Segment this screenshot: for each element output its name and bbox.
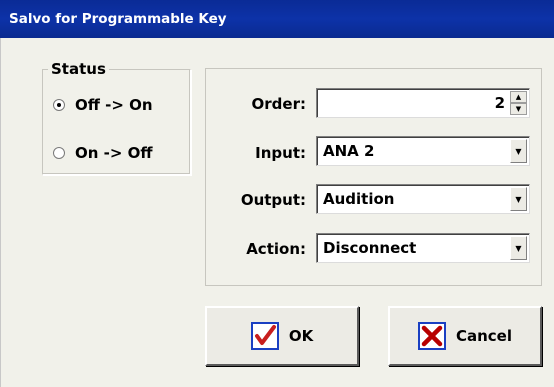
radio-on-off[interactable]: On -> Off [53,143,153,163]
spinner[interactable]: ▲ ▼ [510,91,527,115]
input-select[interactable]: ANA 2 ▼ [316,136,530,166]
ok-button[interactable]: OK [205,306,359,366]
dropdown-arrow-icon[interactable]: ▼ [510,139,527,163]
output-label: Output: [240,191,306,209]
radio-off-on[interactable]: Off -> On [53,95,153,115]
spin-down-icon[interactable]: ▼ [510,103,527,115]
dropdown-arrow-icon[interactable]: ▼ [510,187,527,211]
order-value: 2 [494,94,505,112]
action-value: Disconnect [323,239,417,257]
radio-button-checked[interactable] [53,99,65,111]
cancel-label: Cancel [455,327,512,345]
x-icon [417,322,446,350]
radio-label-off-on: Off -> On [75,96,153,114]
output-value: Audition [323,190,395,208]
action-label: Action: [246,240,306,258]
radio-label-on-off: On -> Off [75,144,153,162]
spin-up-icon[interactable]: ▲ [510,91,527,103]
order-label: Order: [251,95,306,113]
action-select[interactable]: Disconnect ▼ [316,233,530,263]
order-spinbox[interactable]: 2 ▲ ▼ [316,88,530,118]
cancel-button[interactable]: Cancel [388,306,542,366]
input-label: Input: [255,144,306,162]
check-icon [250,322,279,350]
input-value: ANA 2 [323,142,375,160]
window-title: Salvo for Programmable Key [0,0,554,38]
radio-button[interactable] [53,147,65,159]
ok-label: OK [288,327,314,345]
dropdown-arrow-icon[interactable]: ▼ [510,236,527,260]
output-select[interactable]: Audition ▼ [316,184,530,214]
status-legend: Status [48,60,109,78]
